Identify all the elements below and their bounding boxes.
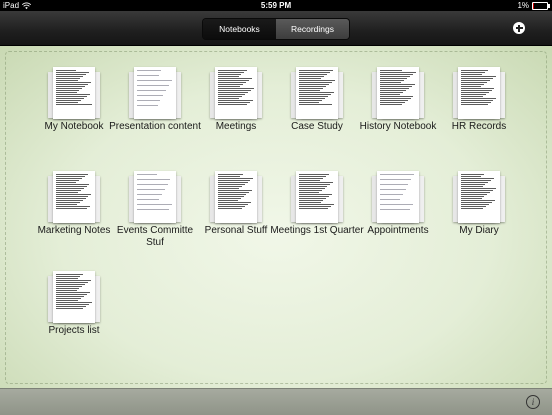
notebook-thumbnail xyxy=(129,171,181,223)
notebook-thumbnail xyxy=(372,171,424,223)
notebook-item[interactable]: Meetings xyxy=(198,67,274,153)
notebook-grid: My Notebook Presentation content Meetings C… xyxy=(0,46,552,388)
notebook-label: Projects list xyxy=(48,325,100,336)
info-icon[interactable]: i xyxy=(526,395,540,409)
battery-icon xyxy=(532,2,550,10)
notebook-item[interactable]: Case Study xyxy=(279,67,355,153)
notebook-cover-page xyxy=(215,171,257,223)
view-segmented-control: Notebooks Recordings xyxy=(203,19,349,39)
notebook-item[interactable]: History Notebook xyxy=(360,67,436,153)
notebook-thumbnail xyxy=(210,171,262,223)
notebook-label: HR Records xyxy=(451,121,507,132)
notebook-cover-page xyxy=(53,271,95,323)
notebook-thumbnail xyxy=(291,171,343,223)
notebook-cover-page xyxy=(296,171,338,223)
notebook-cover-page xyxy=(458,67,500,119)
notebook-cover-page xyxy=(377,171,419,223)
notebook-item[interactable]: Personal Stuff xyxy=(198,171,274,257)
notebook-thumbnail xyxy=(210,67,262,119)
notebook-cover-page xyxy=(296,67,338,119)
notebook-item[interactable]: Appointments xyxy=(360,171,436,257)
tab-recordings[interactable]: Recordings xyxy=(276,19,349,39)
notebook-item[interactable]: My Notebook xyxy=(36,67,112,153)
notebook-item[interactable]: HR Records xyxy=(441,67,517,153)
battery-percent: 1% xyxy=(517,1,529,10)
notebook-thumbnail xyxy=(453,67,505,119)
notebook-cover-page xyxy=(134,67,176,119)
notebook-label: My Diary xyxy=(459,225,499,236)
notebook-thumbnail xyxy=(48,271,100,323)
notebook-cover-page xyxy=(53,171,95,223)
tab-notebooks[interactable]: Notebooks xyxy=(203,19,276,39)
notebook-thumbnail xyxy=(291,67,343,119)
notebook-thumbnail xyxy=(372,67,424,119)
clock: 5:59 PM xyxy=(260,1,292,10)
notebook-thumbnail xyxy=(129,67,181,119)
toolbar: Notebooks Recordings xyxy=(0,11,552,46)
notebook-item[interactable]: Projects list xyxy=(36,271,112,357)
status-right: 1% xyxy=(517,0,550,11)
notebook-cover-page xyxy=(134,171,176,223)
notebook-item[interactable]: Marketing Notes xyxy=(36,171,112,257)
status-bar: iPad 5:59 PM 1% xyxy=(0,0,552,11)
notebook-thumbnail xyxy=(453,171,505,223)
notebook-thumbnail xyxy=(48,67,100,119)
notebook-cover-page xyxy=(458,171,500,223)
notebook-item[interactable]: Presentation content xyxy=(109,67,201,153)
notebook-item[interactable]: My Diary xyxy=(441,171,517,257)
notebook-item[interactable]: Meetings 1st Quarter xyxy=(270,171,364,257)
bottom-bar: i xyxy=(0,388,552,415)
notebook-cover-page xyxy=(53,67,95,119)
notebook-cover-page xyxy=(215,67,257,119)
notebook-item[interactable]: Events Committe Stuf xyxy=(117,171,193,257)
add-notebook-button[interactable] xyxy=(513,22,525,34)
notebook-thumbnail xyxy=(48,171,100,223)
notebook-cover-page xyxy=(377,67,419,119)
